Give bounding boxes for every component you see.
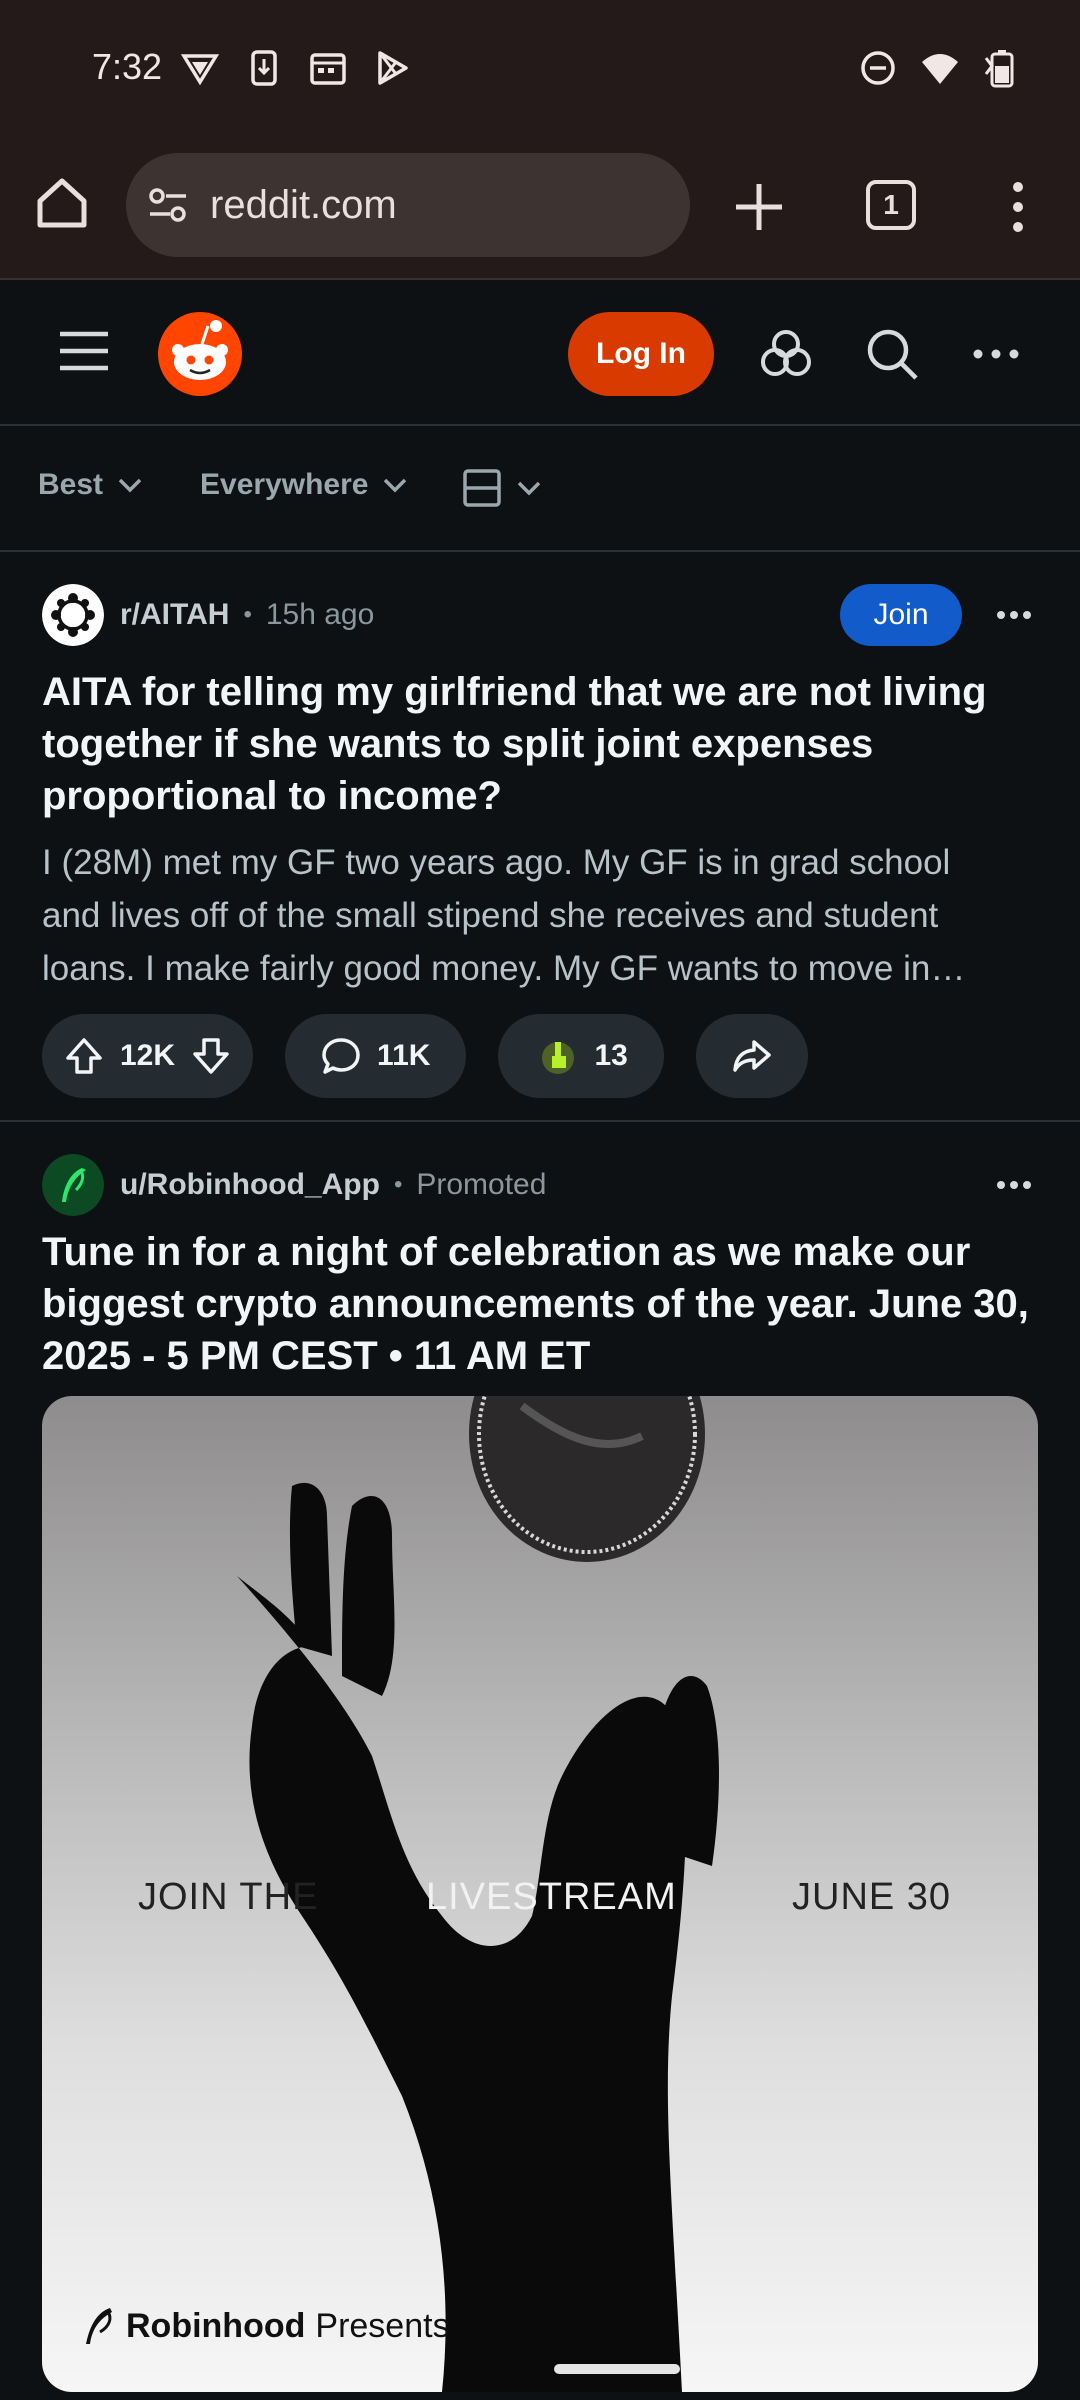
subreddit-name[interactable]: r/AITAH bbox=[120, 598, 229, 632]
post-body-line: I (28M) met my GF two years ago. My GF i… bbox=[42, 843, 951, 882]
status-bar: 7:32 bbox=[0, 0, 1080, 140]
join-button[interactable]: Join bbox=[840, 584, 962, 646]
home-indicator[interactable] bbox=[554, 2364, 680, 2374]
post-body-line: loans. I make fairly good money. My GF w… bbox=[42, 949, 966, 988]
wifi-icon bbox=[922, 54, 958, 84]
status-right-icons bbox=[858, 48, 1022, 88]
reddit-header: Log In bbox=[0, 282, 1080, 426]
chevron-down-icon bbox=[517, 481, 541, 496]
status-time: 7:32 bbox=[92, 46, 163, 87]
meta-separator: • bbox=[393, 1171, 403, 1198]
play-store-icon bbox=[378, 51, 408, 85]
login-button[interactable]: Log In bbox=[568, 312, 714, 396]
post-age: 15h ago bbox=[265, 598, 375, 631]
browser-toolbar: reddit.com 1 bbox=[0, 140, 1080, 280]
communities-icon[interactable] bbox=[758, 326, 814, 382]
award-count: 13 bbox=[594, 1039, 628, 1072]
dnd-icon bbox=[861, 51, 895, 85]
site-settings-icon[interactable] bbox=[146, 183, 190, 227]
promoted-label: Promoted bbox=[416, 1168, 547, 1201]
comments-button[interactable]: 11K bbox=[285, 1014, 467, 1098]
download-icon bbox=[251, 50, 277, 86]
reddit-logo-icon[interactable] bbox=[156, 310, 244, 398]
chevron-down-icon bbox=[118, 478, 142, 493]
promo-brand-suffix: Presents bbox=[315, 2306, 450, 2345]
feed-sort-bar: Best Everywhere bbox=[0, 428, 1080, 552]
post-body[interactable]: I (28M) met my GF two years ago. My GF i… bbox=[42, 836, 1042, 995]
user-avatar[interactable] bbox=[42, 1154, 104, 1216]
promo-text-left: JOIN THE bbox=[138, 1876, 319, 1918]
post-actions: 12K 11K 13 bbox=[42, 1014, 808, 1098]
status-left-icons bbox=[180, 48, 412, 88]
more-vert-icon[interactable] bbox=[1000, 178, 1036, 236]
promo-text-right: JUNE 30 bbox=[792, 1876, 952, 1918]
promo-brand: Robinhood Presents bbox=[80, 2306, 450, 2346]
battery-icon bbox=[984, 50, 1014, 88]
downvote-icon[interactable] bbox=[191, 1036, 231, 1076]
url-text: reddit.com bbox=[210, 183, 397, 227]
vpn-icon bbox=[180, 54, 220, 86]
promo-brand-name: Robinhood bbox=[126, 2306, 306, 2345]
tab-switcher-button[interactable]: 1 bbox=[866, 180, 916, 230]
location-label: Everywhere bbox=[200, 468, 369, 501]
share-icon bbox=[733, 1040, 771, 1072]
promoted-post-card[interactable]: u/Robinhood_App • Promoted Tune in for a… bbox=[0, 1124, 1080, 2400]
calendar-icon bbox=[310, 53, 346, 85]
comment-icon bbox=[322, 1038, 360, 1074]
vote-control: 12K bbox=[42, 1014, 254, 1098]
search-icon[interactable] bbox=[864, 326, 920, 382]
promo-image[interactable]: JOIN THE LIVESTREAM JUNE 30 Robinhood Pr… bbox=[42, 1396, 1038, 2392]
chevron-down-icon bbox=[384, 478, 407, 493]
sort-dropdown[interactable]: Best bbox=[38, 468, 143, 502]
promo-text-center: LIVESTREAM bbox=[426, 1876, 677, 1918]
new-tab-icon[interactable] bbox=[730, 178, 788, 236]
meta-separator: • bbox=[243, 601, 252, 628]
post-card[interactable]: r/AITAH • 15h ago Join AITA for telling … bbox=[0, 554, 1080, 1122]
post-body-line: and lives off of the small stipend she r… bbox=[42, 896, 939, 935]
post-more-icon[interactable] bbox=[994, 1170, 1034, 1200]
post-more-icon[interactable] bbox=[994, 600, 1034, 630]
home-icon[interactable] bbox=[34, 175, 90, 231]
upvote-icon[interactable] bbox=[64, 1036, 104, 1076]
post-meta: u/Robinhood_App • Promoted bbox=[42, 1154, 546, 1216]
award-icon bbox=[542, 1042, 575, 1074]
share-button[interactable] bbox=[695, 1014, 808, 1098]
post-title[interactable]: AITA for telling my girlfriend that we a… bbox=[42, 666, 1042, 822]
subreddit-avatar[interactable] bbox=[42, 584, 104, 646]
post-meta: r/AITAH • 15h ago bbox=[42, 584, 374, 646]
view-mode-dropdown[interactable] bbox=[462, 468, 542, 508]
card-view-icon bbox=[463, 469, 501, 507]
username[interactable]: u/Robinhood_App bbox=[120, 1168, 380, 1202]
menu-icon[interactable] bbox=[58, 330, 110, 372]
address-bar[interactable]: reddit.com bbox=[126, 153, 690, 257]
vote-count: 12K bbox=[120, 1039, 176, 1072]
post-title[interactable]: Tune in for a night of celebration as we… bbox=[42, 1226, 1042, 1382]
more-horiz-icon[interactable] bbox=[968, 326, 1024, 382]
robinhood-feather-icon bbox=[86, 2308, 112, 2344]
location-dropdown[interactable]: Everywhere bbox=[200, 468, 408, 502]
award-button[interactable]: 13 bbox=[498, 1014, 664, 1098]
comment-count: 11K bbox=[377, 1039, 431, 1072]
sort-label: Best bbox=[38, 468, 104, 501]
